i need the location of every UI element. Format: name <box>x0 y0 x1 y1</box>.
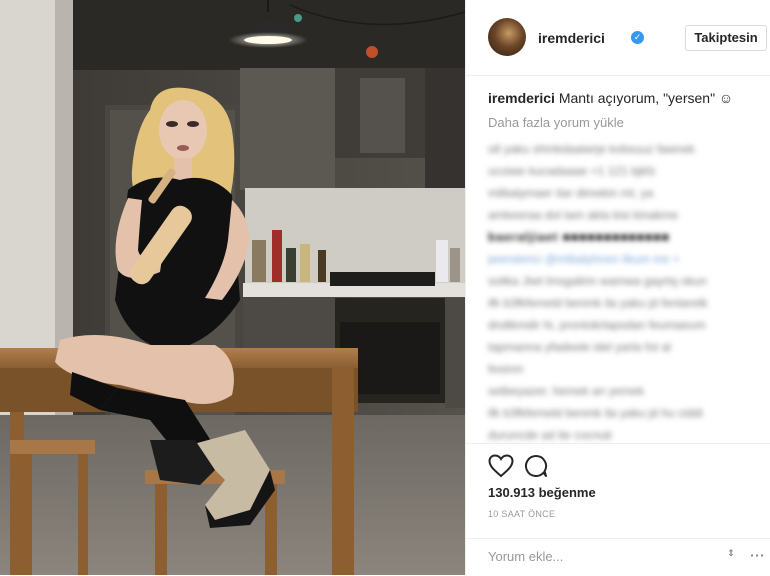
caption-text: Mantı açıyorum, "yersen" ☺ <box>554 90 734 106</box>
caption-username[interactable]: iremderici <box>488 90 555 106</box>
post-side-panel: iremderici ✓ Takiptesin iremderici Mantı… <box>465 0 770 575</box>
comment-list: olt yaku shmkdaaiwrje kvbxuuz fawnek uco… <box>488 138 758 443</box>
comment-item: fesinm <box>488 362 524 376</box>
verified-badge-icon: ✓ <box>631 31 644 44</box>
post-timestamp: 10 SAAT ÖNCE <box>488 509 556 519</box>
stepper-icon[interactable]: ⇕ <box>724 549 738 565</box>
comment-item: mlibalymaer itar dimekin mt, ya <box>488 186 654 200</box>
heart-icon[interactable] <box>488 454 514 478</box>
post-actions: 130.913 beğenme 10 SAAT ÖNCE ⇕ ⋯ <box>466 443 770 575</box>
load-more-comments-link[interactable]: Daha fazla yorum yükle <box>488 115 624 130</box>
likes-count[interactable]: 130.913 beğenme <box>488 485 596 500</box>
add-comment-row: ⇕ ⋯ <box>466 538 770 576</box>
avatar[interactable] <box>488 18 526 56</box>
post-caption: iremderici Mantı açıyorum, "yersen" ☺ <box>488 90 758 106</box>
more-options-icon[interactable]: ⋯ <box>749 548 765 565</box>
following-button[interactable]: Takiptesin <box>685 25 767 51</box>
comment-item: tapmanna yfadeele idel yarla fot al <box>488 340 671 354</box>
comment-item: setbeyazer. hemek an yemek <box>488 384 645 398</box>
comment-item: ifk b3fkfemeld benmk ila yaku jd hu cidd… <box>488 406 703 420</box>
post-photo[interactable] <box>0 0 465 575</box>
comment-item: dndikmdir hi, prontokrlapsdan feumaeum <box>488 318 706 332</box>
instagram-post: iremderici ✓ Takiptesin iremderici Mantı… <box>0 0 770 575</box>
username-link[interactable]: iremderici <box>538 30 605 46</box>
kitchen-photo-illustration <box>0 0 465 575</box>
comment-input[interactable] <box>488 549 698 564</box>
comment-item: baeraljiaet ■■■■■■■■■■■■■ <box>488 230 670 244</box>
comment-item: ifk b3fkfemeld benmk ila yaku jd fentare… <box>488 296 708 310</box>
comment-item: amkeeraa dol tam akla kisi kinakme <box>488 208 679 222</box>
comment-item: olt yaku shmkdaaiwrje kvbxuuz fawnek <box>488 142 695 156</box>
comment-item: solika Jiwt lmsgalirin wamwa gayrtq okun <box>488 274 707 288</box>
comment-item: jwenderici @mtbalyhnen likum ine + <box>488 252 680 266</box>
comment-bubble-icon[interactable] <box>524 454 548 478</box>
post-header: iremderici ✓ Takiptesin <box>466 0 770 76</box>
comment-item: ucoiwe kucadaaae +1 121 bjkfz <box>488 164 656 178</box>
comment-item: duruncde ad ite cocnuk <box>488 428 613 442</box>
